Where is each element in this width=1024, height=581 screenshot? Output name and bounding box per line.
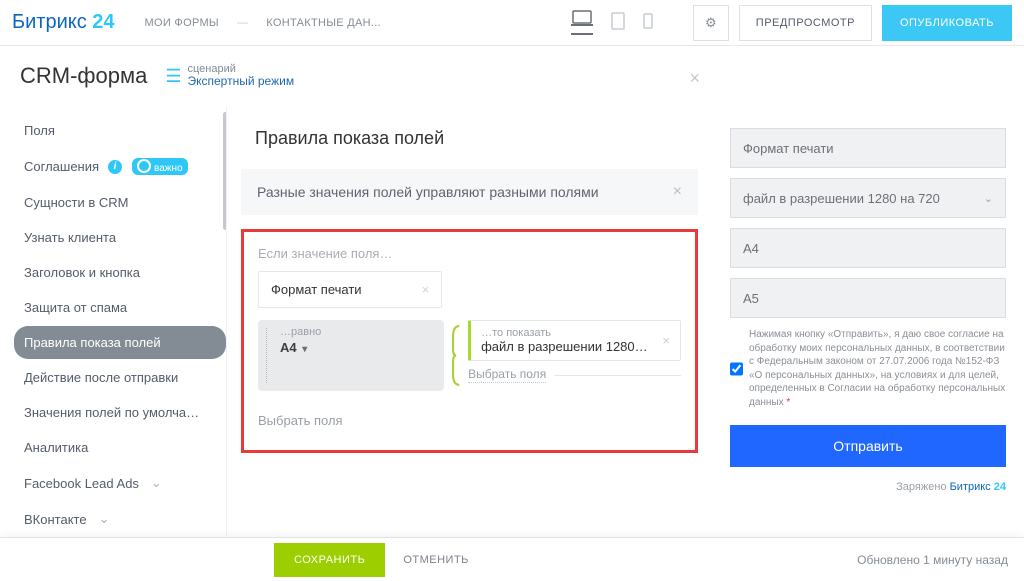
- page-title: CRM-форма: [20, 63, 147, 89]
- sidebar-item-defaults[interactable]: Значения полей по умолча…: [14, 396, 226, 429]
- scenario-link[interactable]: Экспертный режим: [188, 74, 295, 88]
- scenario-icon: ☰: [165, 66, 181, 87]
- select-fields-link[interactable]: Выбрать поля: [468, 367, 546, 383]
- rule-mode-close-icon[interactable]: ×: [673, 183, 682, 201]
- device-desktop-icon[interactable]: [571, 10, 593, 35]
- tab-my-forms[interactable]: МОИ ФОРМЫ: [145, 17, 219, 29]
- info-icon: i: [108, 160, 122, 174]
- logo[interactable]: Битрикс 24: [12, 11, 115, 34]
- remove-then-icon[interactable]: ×: [662, 333, 670, 348]
- sidebar-item-crm[interactable]: Сущности в CRM: [14, 186, 226, 219]
- sidebar-item-header-button[interactable]: Заголовок и кнопка: [14, 256, 226, 289]
- preview-field-format[interactable]: Формат печати: [730, 128, 1006, 168]
- sidebar-item-analytics[interactable]: Аналитика: [14, 431, 226, 464]
- chevron-down-icon: ▾: [302, 344, 307, 355]
- logo-suffix: 24: [92, 11, 114, 33]
- chevron-down-icon: ⌄: [99, 511, 110, 527]
- close-icon[interactable]: ×: [689, 68, 700, 89]
- rule-editor: Если значение поля… Формат печати × …рав…: [241, 229, 698, 453]
- field-name: Формат печати: [271, 282, 362, 297]
- equals-value: A4: [280, 340, 297, 355]
- sidebar-item-spam[interactable]: Защита от спама: [14, 291, 226, 324]
- chevron-down-icon: ⌄: [151, 475, 162, 491]
- settings-button[interactable]: ⚙: [693, 5, 729, 41]
- preview-field-label: A4: [743, 241, 759, 256]
- if-label: Если значение поля…: [258, 246, 681, 261]
- then-show-field[interactable]: …то показать файл в разрешении 1280… ×: [468, 320, 681, 361]
- then-value: файл в разрешении 1280…: [481, 339, 656, 354]
- preview-field-a4[interactable]: A4: [730, 228, 1006, 268]
- bracket-icon: [452, 324, 460, 387]
- preview-field-label: A5: [743, 291, 759, 306]
- preview-field-file[interactable]: файл в разрешении 1280 на 720 ⌄: [730, 178, 1006, 218]
- consent-block[interactable]: Нажимая кнопку «Отправить», я даю свое с…: [730, 328, 1006, 409]
- device-mobile-icon[interactable]: [643, 13, 653, 32]
- tab-separator: —: [237, 17, 248, 29]
- divider: [554, 375, 681, 376]
- preview-field-label: файл в разрешении 1280 на 720: [743, 191, 940, 206]
- sidebar-item-fields[interactable]: Поля: [14, 114, 226, 147]
- important-badge: важно: [132, 158, 188, 175]
- content-title: Правила показа полей: [227, 106, 712, 169]
- sidebar-item-label: Facebook Lead Ads: [24, 476, 139, 491]
- sidebar-item-agreements[interactable]: Соглашения iважно: [14, 149, 226, 184]
- sidebar-item-after[interactable]: Действие после отправки: [14, 361, 226, 394]
- tab-contact-data[interactable]: КОНТАКТНЫЕ ДАН...: [266, 17, 381, 29]
- then-label: …то показать: [481, 327, 656, 339]
- preview-field-a5[interactable]: A5: [730, 278, 1006, 318]
- condition-value[interactable]: …равно A4 ▾: [258, 320, 444, 391]
- sidebar-item-facebook[interactable]: Facebook Lead Ads ⌄: [14, 466, 226, 500]
- cancel-button[interactable]: ОТМЕНИТЬ: [403, 554, 469, 566]
- remove-field-icon[interactable]: ×: [422, 282, 430, 297]
- device-tablet-icon[interactable]: [611, 12, 625, 33]
- gear-icon: ⚙: [705, 15, 717, 31]
- required-star: *: [786, 397, 790, 408]
- updated-label: Обновлено 1 минуту назад: [857, 553, 1008, 567]
- preview-button[interactable]: ПРЕДПРОСМОТР: [739, 5, 872, 41]
- sidebar-item-client[interactable]: Узнать клиента: [14, 221, 226, 254]
- sidebar-item-label: ВКонтакте: [24, 512, 87, 527]
- save-button[interactable]: СОХРАНИТЬ: [274, 543, 385, 577]
- chevron-down-icon: ⌄: [984, 192, 993, 205]
- publish-button[interactable]: ОПУБЛИКОВАТЬ: [882, 5, 1012, 41]
- preview-field-label: Формат печати: [743, 141, 834, 156]
- sidebar-item-vk[interactable]: ВКонтакте ⌄: [14, 502, 226, 536]
- equals-label: …равно: [280, 326, 430, 338]
- select-fields-bottom[interactable]: Выбрать поля: [258, 413, 681, 428]
- powered-by: Заряжено Битрикс 24: [730, 481, 1006, 493]
- submit-button[interactable]: Отправить: [730, 425, 1006, 467]
- consent-checkbox[interactable]: [730, 329, 743, 409]
- field-selector[interactable]: Формат печати ×: [258, 271, 442, 308]
- logo-text: Битрикс: [12, 11, 87, 33]
- rule-mode-label: Разные значения полей управляют разными …: [257, 184, 599, 200]
- sidebar-item-rules[interactable]: Правила показа полей: [14, 326, 226, 359]
- sidebar-item-label: Соглашения: [24, 159, 99, 174]
